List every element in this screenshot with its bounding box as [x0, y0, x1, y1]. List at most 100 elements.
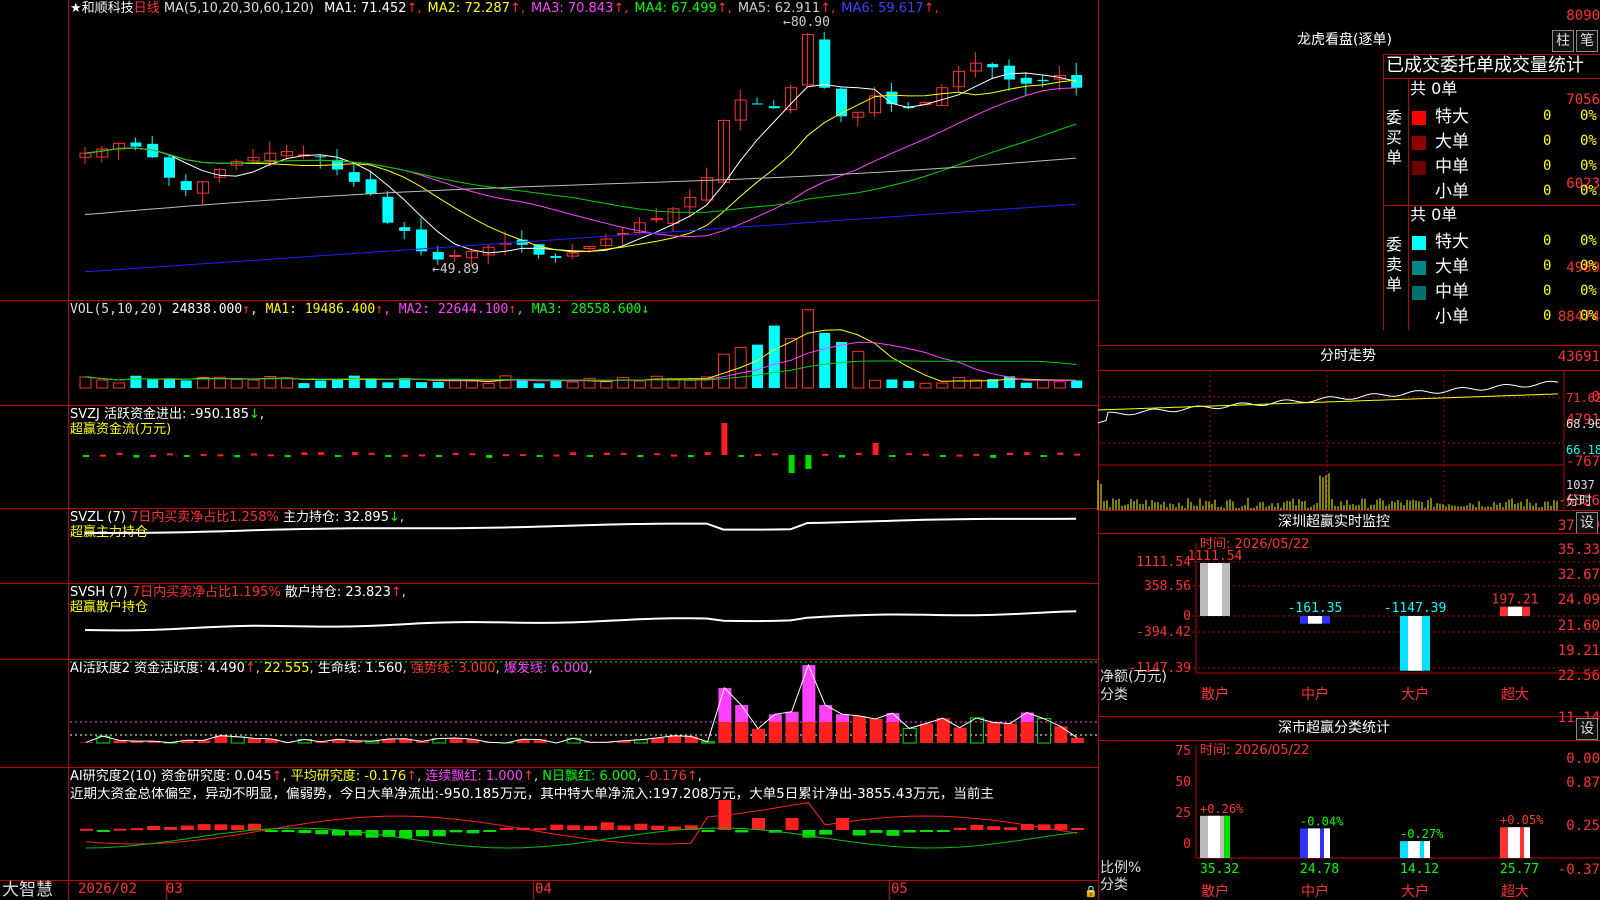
- ma-line: [84, 157, 1077, 215]
- sz-stats-tick: 25: [1175, 806, 1191, 821]
- svzj-bar-chart[interactable]: [0, 405, 1098, 508]
- activity-bar: [785, 722, 799, 743]
- sz-monitor-tick: 0: [1183, 609, 1191, 624]
- activity-bar: [1054, 726, 1068, 743]
- svsh-line-chart[interactable]: [0, 583, 1098, 659]
- research-bar: [197, 824, 211, 830]
- fund-flow-bar: [183, 455, 190, 457]
- sz-monitor-bar: [1400, 616, 1430, 671]
- fund-flow-bar: [167, 453, 173, 456]
- volume-bar: [566, 381, 579, 389]
- sz-monitor-unit: 净额(万元): [1100, 669, 1167, 685]
- volume-bar: [315, 380, 327, 388]
- volume-bar: [801, 309, 814, 389]
- legend-swatch: [1412, 311, 1426, 325]
- sz-monitor-bar-chart[interactable]: 1111.54 358.56 0-394.42 -1147.39 1111.54 散户 -1…: [1098, 533, 1600, 713]
- volume-bar: [953, 377, 966, 389]
- order-count: 0: [1543, 233, 1552, 249]
- fund-flow-bar: [200, 453, 207, 456]
- sz-stats-bar-segment: [1508, 827, 1520, 858]
- activity-bar: [1071, 737, 1085, 743]
- candle-body: [768, 106, 780, 109]
- activity-bar: [869, 719, 883, 743]
- sell-total: 共 0单: [1410, 205, 1458, 224]
- order-count: 0: [1543, 133, 1552, 149]
- order-percent: 0%: [1580, 258, 1597, 274]
- sz-stats-tick: 0: [1183, 837, 1191, 852]
- volume-bar: [717, 353, 730, 389]
- candle-body: [617, 232, 630, 235]
- ai-research-chart[interactable]: [0, 767, 1098, 880]
- vol-tick: 43691: [1557, 349, 1600, 365]
- research-bar: [533, 828, 547, 831]
- volume-bar: [164, 378, 175, 388]
- volume-bar: [130, 375, 142, 388]
- volume-bar: [1053, 381, 1066, 389]
- sz-stats-settings-button[interactable]: 设: [1576, 718, 1598, 740]
- sz-stats-bar-segment: [1308, 828, 1320, 858]
- activity-bar: [1037, 718, 1052, 744]
- volume-bar: [147, 379, 159, 388]
- activity-bar: [668, 735, 681, 743]
- fund-flow-bar: [788, 455, 795, 473]
- candle-body: [886, 91, 898, 105]
- activity-bar: [802, 722, 816, 743]
- research-bar: [298, 830, 312, 834]
- ai-active-chart[interactable]: [0, 659, 1098, 767]
- volume-bar: [79, 376, 92, 389]
- sz-stats-category: 中户: [1301, 883, 1329, 900]
- legend-swatch: [1412, 186, 1426, 200]
- order-percent: 0%: [1580, 158, 1597, 174]
- sz-stats-bar: [1500, 827, 1530, 858]
- sz-monitor-tick: 358.56: [1144, 579, 1191, 594]
- volume-chart[interactable]: [0, 300, 1098, 405]
- lock-icon[interactable]: 🔒: [1084, 884, 1098, 899]
- tick-mode-button[interactable]: 笔: [1576, 30, 1598, 52]
- sz-stats-bar: [1200, 815, 1230, 858]
- fund-flow-bar: [721, 423, 728, 455]
- activity-bar: [852, 715, 866, 743]
- order-size-label: 大单: [1435, 257, 1469, 277]
- order-percent: 0%: [1580, 183, 1597, 199]
- volume-bar: [499, 375, 512, 389]
- activity-bar: [886, 722, 900, 743]
- sz-stats-bar-chart[interactable]: 75 50 25 0 +0.26% 35.32 散户 -0.04% 24.78 中户 -0.27% 1…: [1098, 740, 1600, 900]
- candlestick-chart[interactable]: [0, 0, 1098, 300]
- sz-monitor-bar-highlight: [1208, 563, 1222, 616]
- sz-stats-change-label: +0.26%: [1200, 802, 1244, 816]
- candle-body: [819, 39, 831, 88]
- sz-monitor-category: 大户: [1401, 686, 1429, 703]
- svzl-line-chart[interactable]: [0, 508, 1098, 583]
- intraday-chart[interactable]: [1097, 370, 1600, 510]
- volume-bar: [852, 350, 865, 389]
- activity-bar: [819, 722, 833, 743]
- research-bar: [953, 827, 967, 830]
- research-bar: [584, 825, 597, 830]
- sz-stats-title: 深市超赢分类统计: [1278, 720, 1390, 736]
- fund-flow-bar: [1074, 453, 1081, 456]
- volume-bar: [230, 379, 243, 389]
- research-bar: [920, 830, 933, 832]
- candle-body: [1004, 65, 1015, 80]
- bar-mode-button[interactable]: 柱: [1552, 30, 1574, 52]
- order-percent: 0%: [1580, 108, 1597, 124]
- research-bar: [600, 822, 614, 830]
- sz-stats-change-label: -0.04%: [1300, 814, 1344, 828]
- research-bar: [130, 828, 144, 831]
- date-label: 2026/02: [78, 881, 138, 897]
- volume-bar: [650, 375, 663, 389]
- research-bar: [416, 830, 429, 837]
- sz-monitor-settings-button[interactable]: 设: [1576, 512, 1598, 534]
- fund-flow-bar: [519, 453, 526, 456]
- fund-flow-bar: [83, 455, 89, 457]
- fund-flow-bar: [755, 453, 761, 456]
- candle-body: [180, 181, 192, 190]
- fund-flow-bar: [435, 455, 442, 457]
- sz-monitor-tick: 1111.54: [1136, 555, 1191, 570]
- sell-side-label: 委卖单: [1386, 235, 1403, 294]
- research-bar: [483, 830, 497, 832]
- volume-bar: [465, 380, 478, 389]
- research-bar: [80, 828, 93, 831]
- volume-bar: [96, 379, 109, 389]
- fund-flow-bar: [234, 455, 241, 458]
